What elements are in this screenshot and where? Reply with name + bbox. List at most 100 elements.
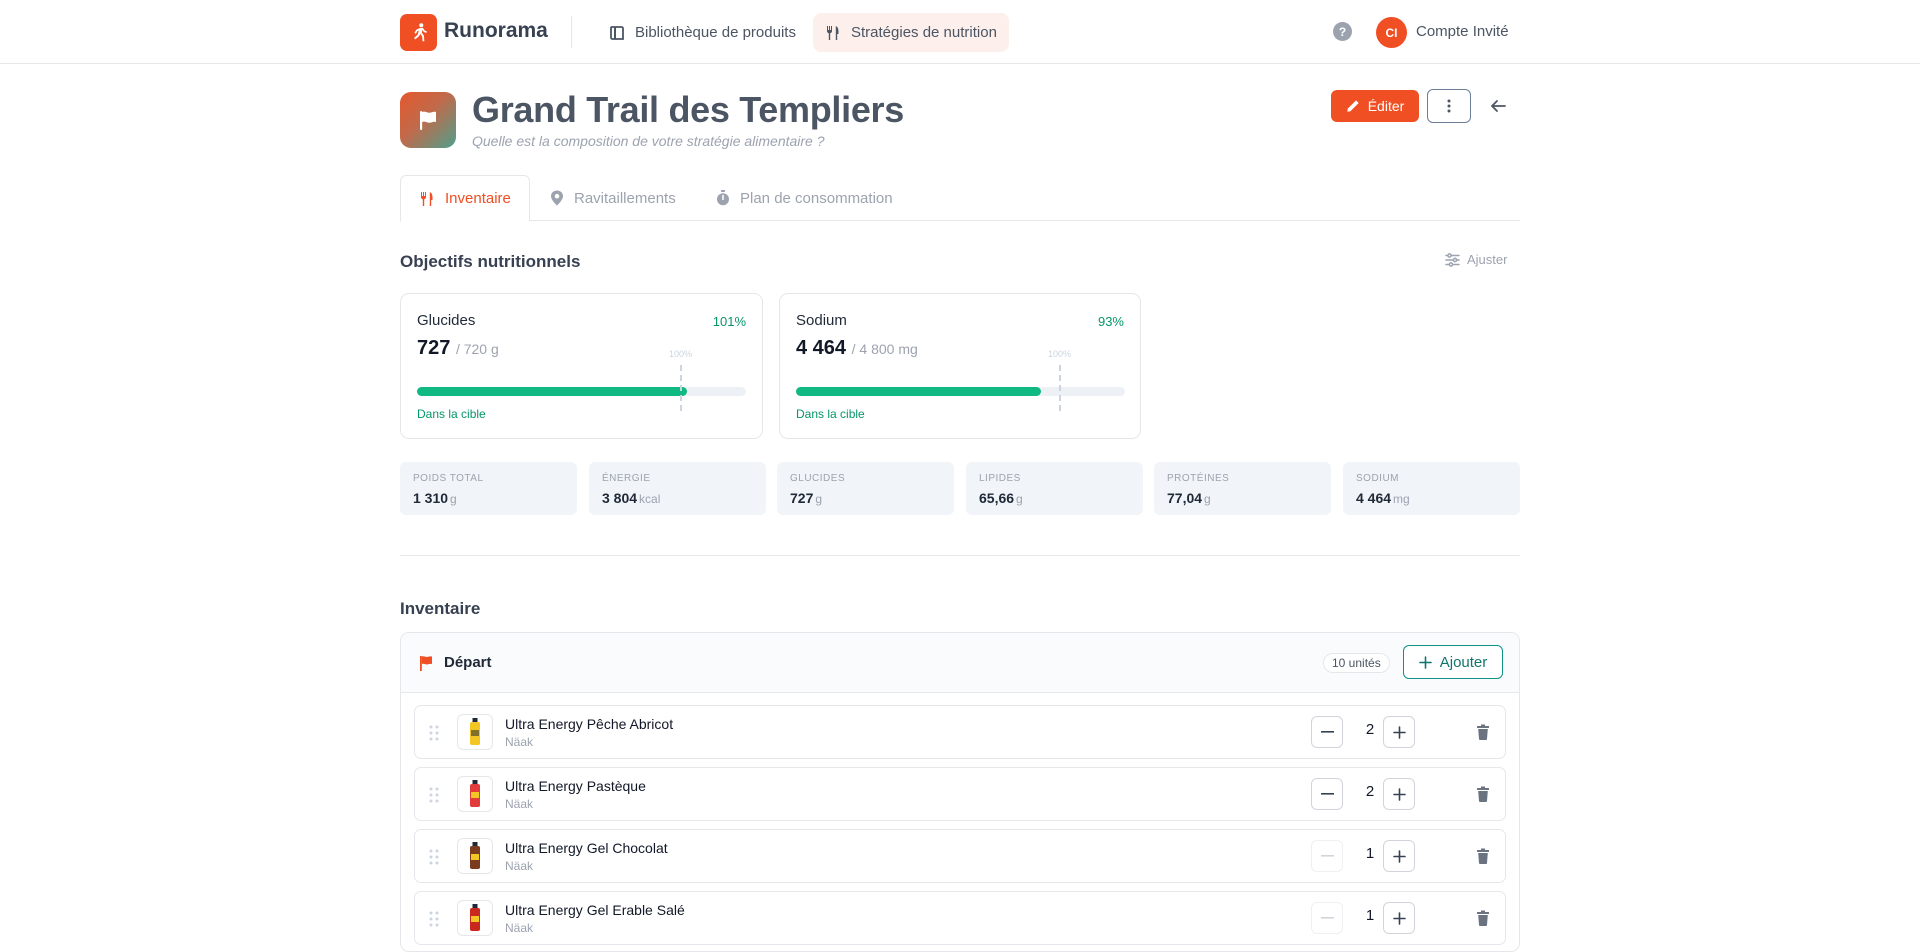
- product-name: Ultra Energy Pêche Abricot: [505, 716, 674, 732]
- top-navbar: Runorama Bibliothèque de produits Straté…: [0, 0, 1920, 64]
- drag-handle-icon[interactable]: [428, 910, 440, 928]
- trash-icon[interactable]: [1473, 908, 1493, 928]
- stat-unit: g: [1204, 492, 1211, 506]
- account-name[interactable]: Compte Invité: [1416, 23, 1509, 40]
- inventory-item: Ultra Energy Gel Erable Salé Näak 1: [414, 891, 1506, 945]
- minus-icon: [1320, 855, 1334, 857]
- objective-status: Dans la cible: [417, 407, 486, 421]
- help-icon[interactable]: ?: [1333, 22, 1352, 41]
- progress-fill: [417, 387, 687, 396]
- stat-unit: kcal: [639, 492, 661, 506]
- adjust-button[interactable]: Ajuster: [1445, 252, 1507, 267]
- product-brand: Näak: [505, 859, 534, 873]
- header-divider: [571, 16, 572, 48]
- progress-track: [796, 387, 1125, 396]
- more-options-button[interactable]: [1427, 89, 1471, 123]
- objective-target: / 4 800 mg: [851, 341, 918, 357]
- product-image: [457, 900, 493, 936]
- tab-label: Ravitaillements: [574, 189, 676, 207]
- product-image: [457, 714, 493, 750]
- more-vertical-icon: [1447, 99, 1451, 113]
- progress-track: [417, 387, 746, 396]
- stat-value: 65,66 g: [979, 490, 1023, 506]
- objective-name: Sodium: [796, 312, 847, 329]
- plus-icon: [1392, 725, 1406, 739]
- quantity-value: 1: [1365, 907, 1375, 924]
- avatar[interactable]: CI: [1376, 17, 1407, 48]
- stat-value: 3 804 kcal: [602, 490, 661, 506]
- product-brand: Näak: [505, 797, 534, 811]
- drag-handle-icon[interactable]: [428, 786, 440, 804]
- nav-product-library[interactable]: Bibliothèque de produits: [597, 13, 808, 52]
- tab-refuelling[interactable]: Ravitaillements: [550, 175, 676, 221]
- section-divider: [400, 555, 1520, 556]
- stopwatch-icon: [717, 190, 729, 206]
- stat-value: 77,04 g: [1167, 490, 1211, 506]
- plus-icon: [1392, 849, 1406, 863]
- trash-icon[interactable]: [1473, 784, 1493, 804]
- objective-percent: 93%: [1097, 314, 1124, 329]
- nav-label: Stratégies de nutrition: [851, 24, 997, 41]
- objective-card-carbs: Glucides 101% 727 / 720 g 100% Dans la c…: [400, 293, 763, 439]
- increase-quantity-button[interactable]: [1383, 778, 1415, 810]
- objective-card-sodium: Sodium 93% 4 464 / 4 800 mg 100% Dans la…: [779, 293, 1141, 439]
- nav-label: Bibliothèque de produits: [635, 24, 796, 41]
- drag-handle-icon[interactable]: [428, 724, 440, 742]
- product-brand: Näak: [505, 921, 534, 935]
- inventory-item: Ultra Energy Pastèque Näak 2: [414, 767, 1506, 821]
- stat-fats: Lipides 65,66 g: [966, 462, 1143, 515]
- brand-name[interactable]: Runorama: [444, 19, 548, 43]
- increase-quantity-button[interactable]: [1383, 902, 1415, 934]
- increase-quantity-button[interactable]: [1383, 716, 1415, 748]
- stat-value: 727 g: [790, 490, 823, 506]
- decrease-quantity-button[interactable]: [1311, 840, 1343, 872]
- stat-unit: g: [815, 492, 823, 506]
- adjust-label: Ajuster: [1467, 252, 1508, 267]
- minus-icon: [1320, 793, 1334, 795]
- stat-label: Glucides: [790, 473, 846, 484]
- stat-proteins: Protéines 77,04 g: [1154, 462, 1331, 515]
- drag-handle-icon[interactable]: [428, 848, 440, 866]
- target-tick-label: 100%: [669, 349, 693, 359]
- edit-button[interactable]: Éditer: [1331, 90, 1419, 122]
- tab-label: Inventaire: [445, 190, 511, 207]
- objective-current: 4 464: [796, 337, 847, 359]
- decrease-quantity-button[interactable]: [1311, 716, 1343, 748]
- decrease-quantity-button[interactable]: [1311, 778, 1343, 810]
- page-title: Grand Trail des Templiers: [472, 89, 904, 130]
- increase-quantity-button[interactable]: [1383, 840, 1415, 872]
- tab-inventory[interactable]: Inventaire: [400, 175, 530, 222]
- stat-label: Poids total: [413, 473, 484, 484]
- race-flag-icon: [400, 92, 456, 148]
- plus-icon: [1418, 655, 1432, 669]
- utensils-icon: [421, 191, 433, 206]
- plus-icon: [1392, 787, 1406, 801]
- objective-status: Dans la cible: [796, 407, 865, 421]
- product-name: Ultra Energy Gel Chocolat: [505, 840, 668, 856]
- page-subtitle: Quelle est la composition de votre strat…: [472, 133, 825, 149]
- gel-pack-icon: [470, 842, 480, 869]
- back-button[interactable]: [1486, 94, 1510, 118]
- stat-value: 1 310 g: [413, 490, 457, 506]
- product-image: [457, 838, 493, 874]
- decrease-quantity-button[interactable]: [1311, 902, 1343, 934]
- tab-consumption-plan[interactable]: Plan de consommation: [716, 175, 893, 221]
- add-product-button[interactable]: Ajouter: [1403, 645, 1503, 679]
- nav-nutrition-strategies[interactable]: Stratégies de nutrition: [813, 13, 1009, 52]
- trash-icon[interactable]: [1473, 846, 1493, 866]
- group-name: Départ: [444, 654, 492, 671]
- progress-fill: [796, 387, 1042, 396]
- stat-unit: g: [1016, 492, 1023, 506]
- objective-value: 4 464 / 4 800 mg: [796, 337, 918, 360]
- objective-current: 727: [417, 337, 451, 359]
- stat-label: Lipides: [979, 473, 1021, 484]
- flag-icon: [420, 656, 432, 671]
- runner-logo-icon[interactable]: [400, 14, 437, 51]
- trash-icon[interactable]: [1473, 722, 1493, 742]
- pencil-icon: [1347, 100, 1359, 112]
- stat-label: Sodium: [1356, 473, 1399, 484]
- product-name: Ultra Energy Gel Erable Salé: [505, 902, 685, 918]
- objective-name: Glucides: [417, 312, 476, 329]
- stat-carbs: Glucides 727 g: [777, 462, 954, 515]
- stat-value: 4 464 mg: [1356, 490, 1410, 506]
